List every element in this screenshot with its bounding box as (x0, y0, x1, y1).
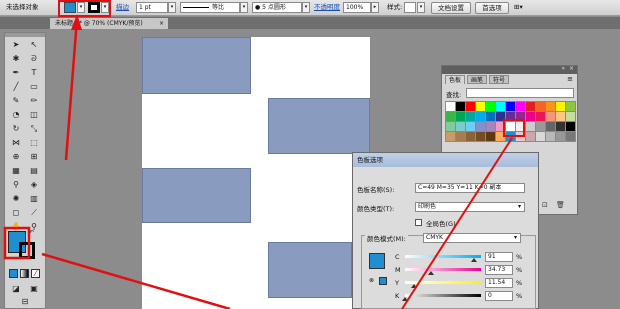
annotation-box-fill-stroke (58, 0, 111, 17)
annotation-arrow-up (64, 18, 79, 161)
annotation-line-bottom (41, 252, 231, 309)
annotation-box-toolbox-fill (3, 226, 31, 260)
annotation-line-swatch (401, 137, 513, 309)
annotation-overlay (3, 0, 513, 309)
